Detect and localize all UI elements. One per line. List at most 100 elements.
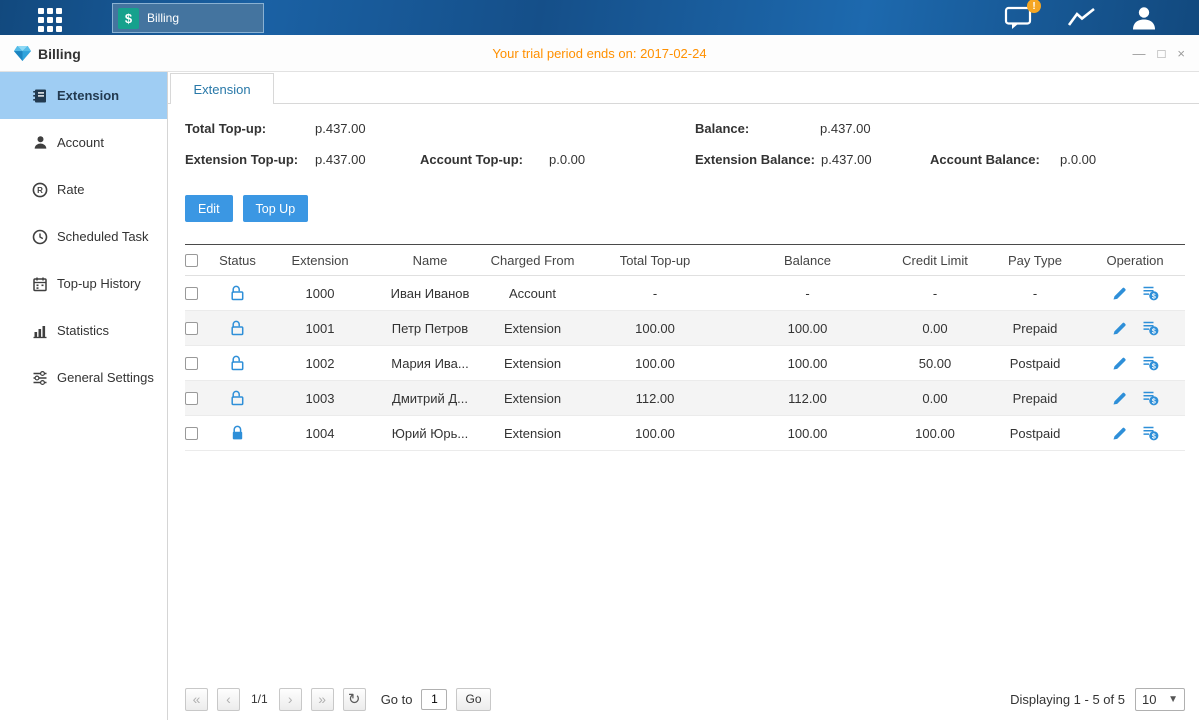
total-topup: 112.00 <box>580 391 730 406</box>
row-checkbox-cell <box>185 287 210 300</box>
operation-cell: $ <box>1085 355 1185 371</box>
row-checkbox[interactable] <box>185 392 198 405</box>
status-cell <box>210 425 265 441</box>
row-checkbox[interactable] <box>185 357 198 370</box>
taskbar-item-label: Billing <box>147 11 179 25</box>
calendar-icon <box>32 276 48 292</box>
billing-dollar-icon: $ <box>118 8 139 29</box>
column-header-charged-from: Charged From <box>485 253 580 268</box>
extension-number: 1004 <box>265 426 375 441</box>
sidebar-item-account[interactable]: Account <box>0 119 167 166</box>
account-icon <box>32 135 48 150</box>
topup-icon[interactable]: $ <box>1142 425 1159 441</box>
topup-icon[interactable]: $ <box>1142 285 1159 301</box>
topup-icon[interactable]: $ <box>1142 355 1159 371</box>
pay-type: Prepaid <box>985 321 1085 336</box>
svg-text:$: $ <box>1151 398 1155 405</box>
tab-extension[interactable]: Extension <box>170 73 274 104</box>
sidebar-item-rate[interactable]: R Rate <box>0 166 167 213</box>
refresh-button[interactable]: ↻ <box>343 688 366 711</box>
sidebar-item-scheduled-task[interactable]: Scheduled Task <box>0 213 167 260</box>
sidebar-item-extension[interactable]: Extension <box>0 72 167 119</box>
sidebar-item-topup-history[interactable]: Top-up History <box>0 260 167 307</box>
edit-icon[interactable] <box>1112 321 1127 336</box>
table-row: 1000Иван ИвановAccount----$ <box>185 276 1185 311</box>
row-checkbox-cell <box>185 357 210 370</box>
select-all-checkbox[interactable] <box>185 254 198 267</box>
next-page-button[interactable]: › <box>279 688 302 711</box>
billing-gem-icon <box>13 45 32 62</box>
balance: 112.00 <box>730 391 885 406</box>
bar-chart-icon <box>32 323 48 339</box>
row-checkbox[interactable] <box>185 427 198 440</box>
row-checkbox[interactable] <box>185 287 198 300</box>
sidebar-item-statistics[interactable]: Statistics <box>0 307 167 354</box>
unlocked-icon <box>230 390 245 406</box>
summary-row-1: Total Top-up: p.437.00 Balance: p.437.00 <box>168 121 1199 137</box>
line-chart-icon <box>1067 6 1097 30</box>
pay-type: Prepaid <box>985 391 1085 406</box>
status-cell <box>210 390 265 406</box>
maximize-button[interactable]: □ <box>1158 47 1166 60</box>
total-topup: 100.00 <box>580 321 730 336</box>
user-icon[interactable] <box>1131 5 1157 30</box>
goto-input[interactable] <box>421 689 447 710</box>
extension-name: Юрий Юрь... <box>375 426 485 441</box>
edit-icon[interactable] <box>1112 286 1127 301</box>
row-checkbox[interactable] <box>185 322 198 335</box>
clock-icon <box>32 229 48 245</box>
top-up-button[interactable]: Top Up <box>243 195 309 222</box>
edit-icon[interactable] <box>1112 356 1127 371</box>
minimize-button[interactable]: — <box>1133 47 1146 60</box>
total-topup-label: Total Top-up: <box>185 121 266 136</box>
page-size-value: 10 <box>1142 692 1156 707</box>
messages-icon[interactable]: ! <box>1004 5 1033 30</box>
taskbar-item-billing[interactable]: $ Billing <box>112 3 264 33</box>
sidebar-item-general-settings[interactable]: General Settings <box>0 354 167 401</box>
status-cell <box>210 320 265 336</box>
edit-button[interactable]: Edit <box>185 195 233 222</box>
balance-label: Balance: <box>695 121 749 136</box>
sidebar-item-label: Extension <box>57 88 119 103</box>
charged-from: Extension <box>485 426 580 441</box>
total-topup: 100.00 <box>580 426 730 441</box>
column-header-total-topup: Total Top-up <box>580 253 730 268</box>
last-page-button[interactable]: » <box>311 688 334 711</box>
statistics-chart-icon[interactable] <box>1067 6 1097 30</box>
column-header-credit-limit: Credit Limit <box>885 253 985 268</box>
apps-grid-icon[interactable] <box>38 8 62 32</box>
pay-type: Postpaid <box>985 426 1085 441</box>
summary-row-2: Extension Top-up: p.437.00 Account Top-u… <box>168 152 1199 168</box>
svg-text:$: $ <box>1151 293 1155 300</box>
go-button[interactable]: Go <box>456 688 490 711</box>
first-page-button[interactable]: « <box>185 688 208 711</box>
charged-from: Account <box>485 286 580 301</box>
edit-icon[interactable] <box>1112 426 1127 441</box>
svg-text:$: $ <box>1151 328 1155 335</box>
page-size-select[interactable]: 10 ▼ <box>1135 688 1185 711</box>
notification-badge: ! <box>1027 0 1041 13</box>
edit-icon[interactable] <box>1112 391 1127 406</box>
extension-name: Мария Ива... <box>375 356 485 371</box>
column-header-status: Status <box>210 253 265 268</box>
charged-from: Extension <box>485 321 580 336</box>
extension-topup-label: Extension Top-up: <box>185 152 298 167</box>
unlocked-icon <box>230 320 245 336</box>
rate-icon: R <box>32 182 48 198</box>
balance: 100.00 <box>730 321 885 336</box>
row-checkbox-cell <box>185 392 210 405</box>
credit-limit: - <box>885 286 985 301</box>
topup-icon[interactable]: $ <box>1142 390 1159 406</box>
column-header-operation: Operation <box>1085 253 1185 268</box>
locked-icon <box>230 425 245 441</box>
extension-balance-value: p.437.00 <box>821 152 872 167</box>
sidebar-item-label: General Settings <box>57 370 154 385</box>
column-header-extension: Extension <box>265 253 375 268</box>
balance: 100.00 <box>730 356 885 371</box>
table-header: Status Extension Name Charged From Total… <box>185 245 1185 276</box>
extension-number: 1003 <box>265 391 375 406</box>
topup-icon[interactable]: $ <box>1142 320 1159 336</box>
prev-page-button[interactable]: ‹ <box>217 688 240 711</box>
total-topup: 100.00 <box>580 356 730 371</box>
close-button[interactable]: × <box>1177 47 1185 60</box>
